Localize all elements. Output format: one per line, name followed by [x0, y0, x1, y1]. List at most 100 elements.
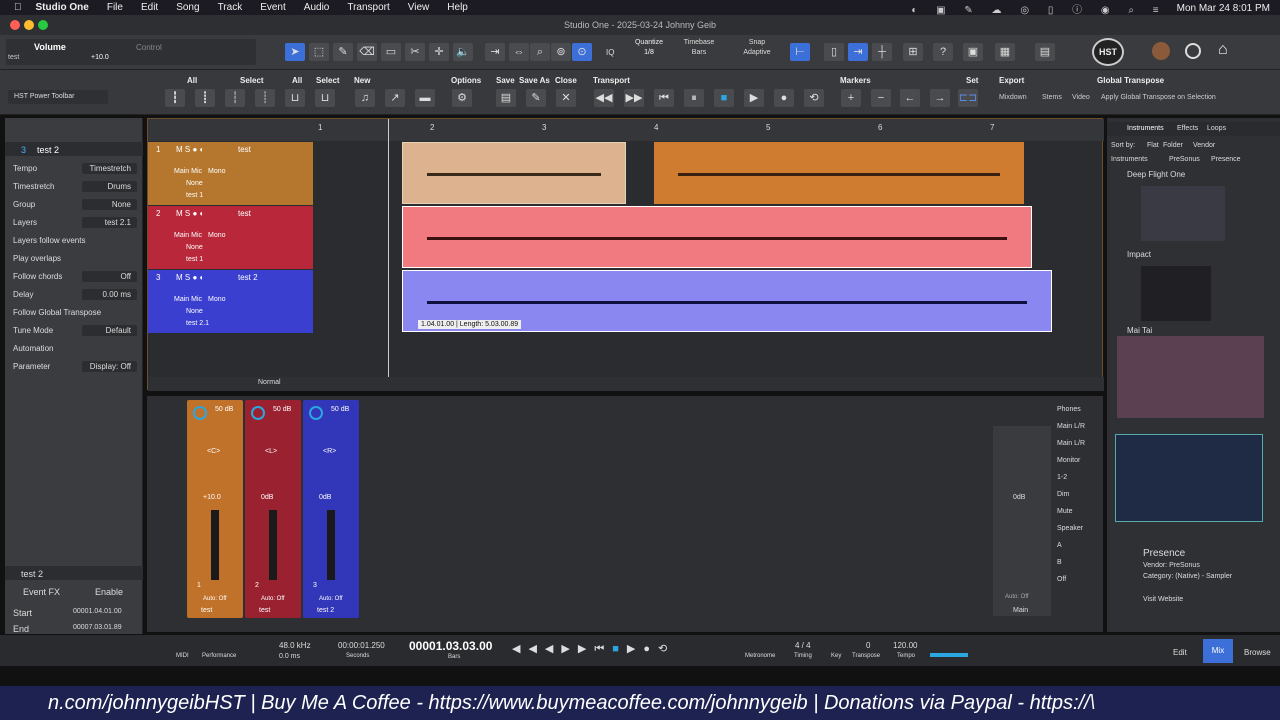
event-start-value[interactable]: 00001.04.01.00 — [73, 608, 122, 615]
split-tool-icon[interactable]: ✂ — [405, 43, 425, 61]
gain-knob-icon[interactable] — [251, 406, 265, 420]
clip-track1-a[interactable] — [402, 142, 626, 204]
range-tool-icon[interactable]: ⬚ — [309, 43, 329, 61]
seconds-display[interactable]: 00:00:01.250 — [338, 641, 385, 650]
preset-select[interactable]: HST Power Toolbar — [8, 90, 108, 104]
visit-website-link[interactable]: Visit Website — [1143, 596, 1183, 603]
path-presonus[interactable]: PreSonus — [1169, 156, 1200, 163]
strip-fader[interactable] — [269, 510, 277, 580]
output-item[interactable]: Main L/R — [1057, 440, 1085, 447]
apply-global-transpose-button[interactable]: Apply Global Transpose on Selection — [1101, 94, 1216, 101]
home-icon[interactable]: ⌂ — [1218, 41, 1228, 59]
browser-item-impact[interactable]: Impact — [1127, 250, 1151, 259]
mix-button[interactable]: Mix — [1203, 639, 1233, 663]
track-buttons-icon[interactable]: M S ● ◐ — [176, 145, 204, 154]
menu-file[interactable]: File — [107, 2, 123, 13]
track-layer[interactable]: test 2.1 — [186, 320, 209, 327]
track-mono[interactable]: Mono — [208, 168, 226, 175]
timeline-ruler[interactable]: 1 2 3 4 5 6 7 — [318, 119, 1104, 141]
inspector-row-value[interactable]: Display: Off — [82, 361, 137, 372]
menu-audio[interactable]: Audio — [304, 2, 330, 13]
transport-stop-icon[interactable]: ■ — [612, 643, 627, 655]
window-layout-icon[interactable]: ▤ — [1035, 43, 1055, 61]
output-item[interactable]: Main L/R — [1057, 423, 1085, 430]
close-window-button[interactable] — [10, 20, 20, 30]
track-input[interactable]: Main Mic — [174, 296, 202, 303]
tab-effects[interactable]: Effects — [1177, 125, 1198, 132]
search-icon[interactable]: ⌕ — [530, 43, 550, 61]
status-icons[interactable]: ◐ ▣ ✎ ☁ ◎ ▯ ⓘ ◉ ⌕ ≡ — [911, 1, 1166, 16]
select-all-2-icon[interactable]: ┋ — [195, 89, 215, 107]
track-header[interactable]: 3 test 2 Main Mic Mono None test 2.1 M S ● ◐ — [148, 270, 313, 333]
tab-loops[interactable]: Loops — [1207, 125, 1226, 132]
bars-display[interactable]: 00001.03.03.00 — [409, 639, 492, 653]
save-icon[interactable]: ▤ — [496, 89, 516, 107]
select-range-icon[interactable]: ┆ — [225, 89, 245, 107]
track-mono[interactable]: Mono — [208, 296, 226, 303]
select-all-icon[interactable]: ┇ — [165, 89, 185, 107]
browser-item-deep-flight[interactable]: Deep Flight One — [1127, 170, 1185, 179]
track-name[interactable]: test 2 — [238, 273, 258, 282]
record-icon[interactable]: ● — [774, 89, 794, 107]
track-header[interactable]: 1 test Main Mic Mono None test 1 M S ● ◐ — [148, 142, 313, 205]
apple-icon[interactable]:  — [14, 2, 22, 13]
transpose-value[interactable]: 0 — [866, 641, 870, 650]
layout-c-icon[interactable]: ┼ — [872, 43, 892, 61]
set-loop-icon[interactable]: ⊏⊐ — [958, 89, 978, 107]
select-events-icon[interactable]: ⊔ — [315, 89, 335, 107]
inspector-row-value[interactable]: Off — [82, 271, 137, 282]
strip-auto[interactable]: Auto: Off — [261, 596, 285, 602]
track-input[interactable]: Main Mic — [174, 232, 202, 239]
menu-event[interactable]: Event — [260, 2, 286, 13]
strip-volume[interactable]: 0dB — [319, 494, 331, 501]
select-track-icon[interactable]: ⊔ — [285, 89, 305, 107]
marker-next-icon[interactable]: → — [930, 89, 950, 107]
output-item[interactable]: Mute — [1057, 508, 1073, 515]
new-folder-icon[interactable]: ▬ — [415, 89, 435, 107]
clip-track2[interactable] — [402, 206, 1032, 268]
pencil-tool-icon[interactable]: ✎ — [333, 43, 353, 61]
close-icon[interactable]: ✕ — [556, 89, 576, 107]
browser-item-mai-tai[interactable]: Mai Tai — [1127, 326, 1152, 335]
menu-view[interactable]: View — [408, 2, 430, 13]
time-signature[interactable]: 4 / 4 — [795, 641, 811, 650]
dial-icon[interactable] — [1185, 43, 1201, 59]
menu-song[interactable]: Song — [176, 2, 199, 13]
arrow-tool-icon[interactable]: ➤ — [285, 43, 305, 61]
video-button[interactable]: Video — [1072, 94, 1090, 101]
inspector-row-value[interactable]: None — [82, 199, 137, 210]
strip-fader[interactable] — [211, 510, 219, 580]
help-icon[interactable]: ? — [933, 43, 953, 61]
listen-tool-icon[interactable]: 🔈 — [453, 43, 473, 61]
stop-icon[interactable]: ■ — [714, 89, 734, 107]
output-item[interactable]: Dim — [1057, 491, 1069, 498]
strip-volume[interactable]: +10.0 — [203, 494, 221, 501]
video-icon[interactable]: ▣ — [963, 43, 983, 61]
track-header[interactable]: 2 test Main Mic Mono None test 1 M S ● ◐ — [148, 206, 313, 269]
performance-label[interactable]: Performance — [202, 653, 236, 659]
track-none[interactable]: None — [186, 308, 203, 315]
track-none[interactable]: None — [186, 244, 203, 251]
main-auto[interactable]: Auto: Off — [1005, 594, 1029, 600]
new-automation-icon[interactable]: ↗ — [385, 89, 405, 107]
strip-pan[interactable]: <R> — [323, 448, 336, 455]
zoom-icon[interactable]: ⇔ — [509, 43, 529, 61]
marker-remove-icon[interactable]: − — [871, 89, 891, 107]
snap-select[interactable]: Snap Adaptive — [732, 39, 782, 56]
output-item[interactable]: B — [1057, 559, 1062, 566]
zoom-window-button[interactable] — [38, 20, 48, 30]
sort-folder[interactable]: Folder — [1163, 142, 1183, 149]
play-icon[interactable]: ▶ — [744, 89, 764, 107]
transport-play-icon[interactable]: ▶ — [627, 643, 643, 655]
sort-flat[interactable]: Flat — [1147, 142, 1159, 149]
output-item[interactable]: Monitor — [1057, 457, 1080, 464]
stems-button[interactable]: Stems — [1042, 94, 1062, 101]
quantize-select[interactable]: Quantize 1/8 — [628, 39, 670, 56]
track-mono[interactable]: Mono — [208, 232, 226, 239]
track-name[interactable]: test — [238, 145, 251, 154]
return-zero-icon[interactable]: ⏮ — [654, 89, 674, 107]
strip-pan[interactable]: <C> — [207, 448, 220, 455]
gain-knob-icon[interactable] — [193, 406, 207, 420]
pause-icon[interactable]: ⏸ — [684, 89, 704, 107]
track-name[interactable]: test — [238, 209, 251, 218]
